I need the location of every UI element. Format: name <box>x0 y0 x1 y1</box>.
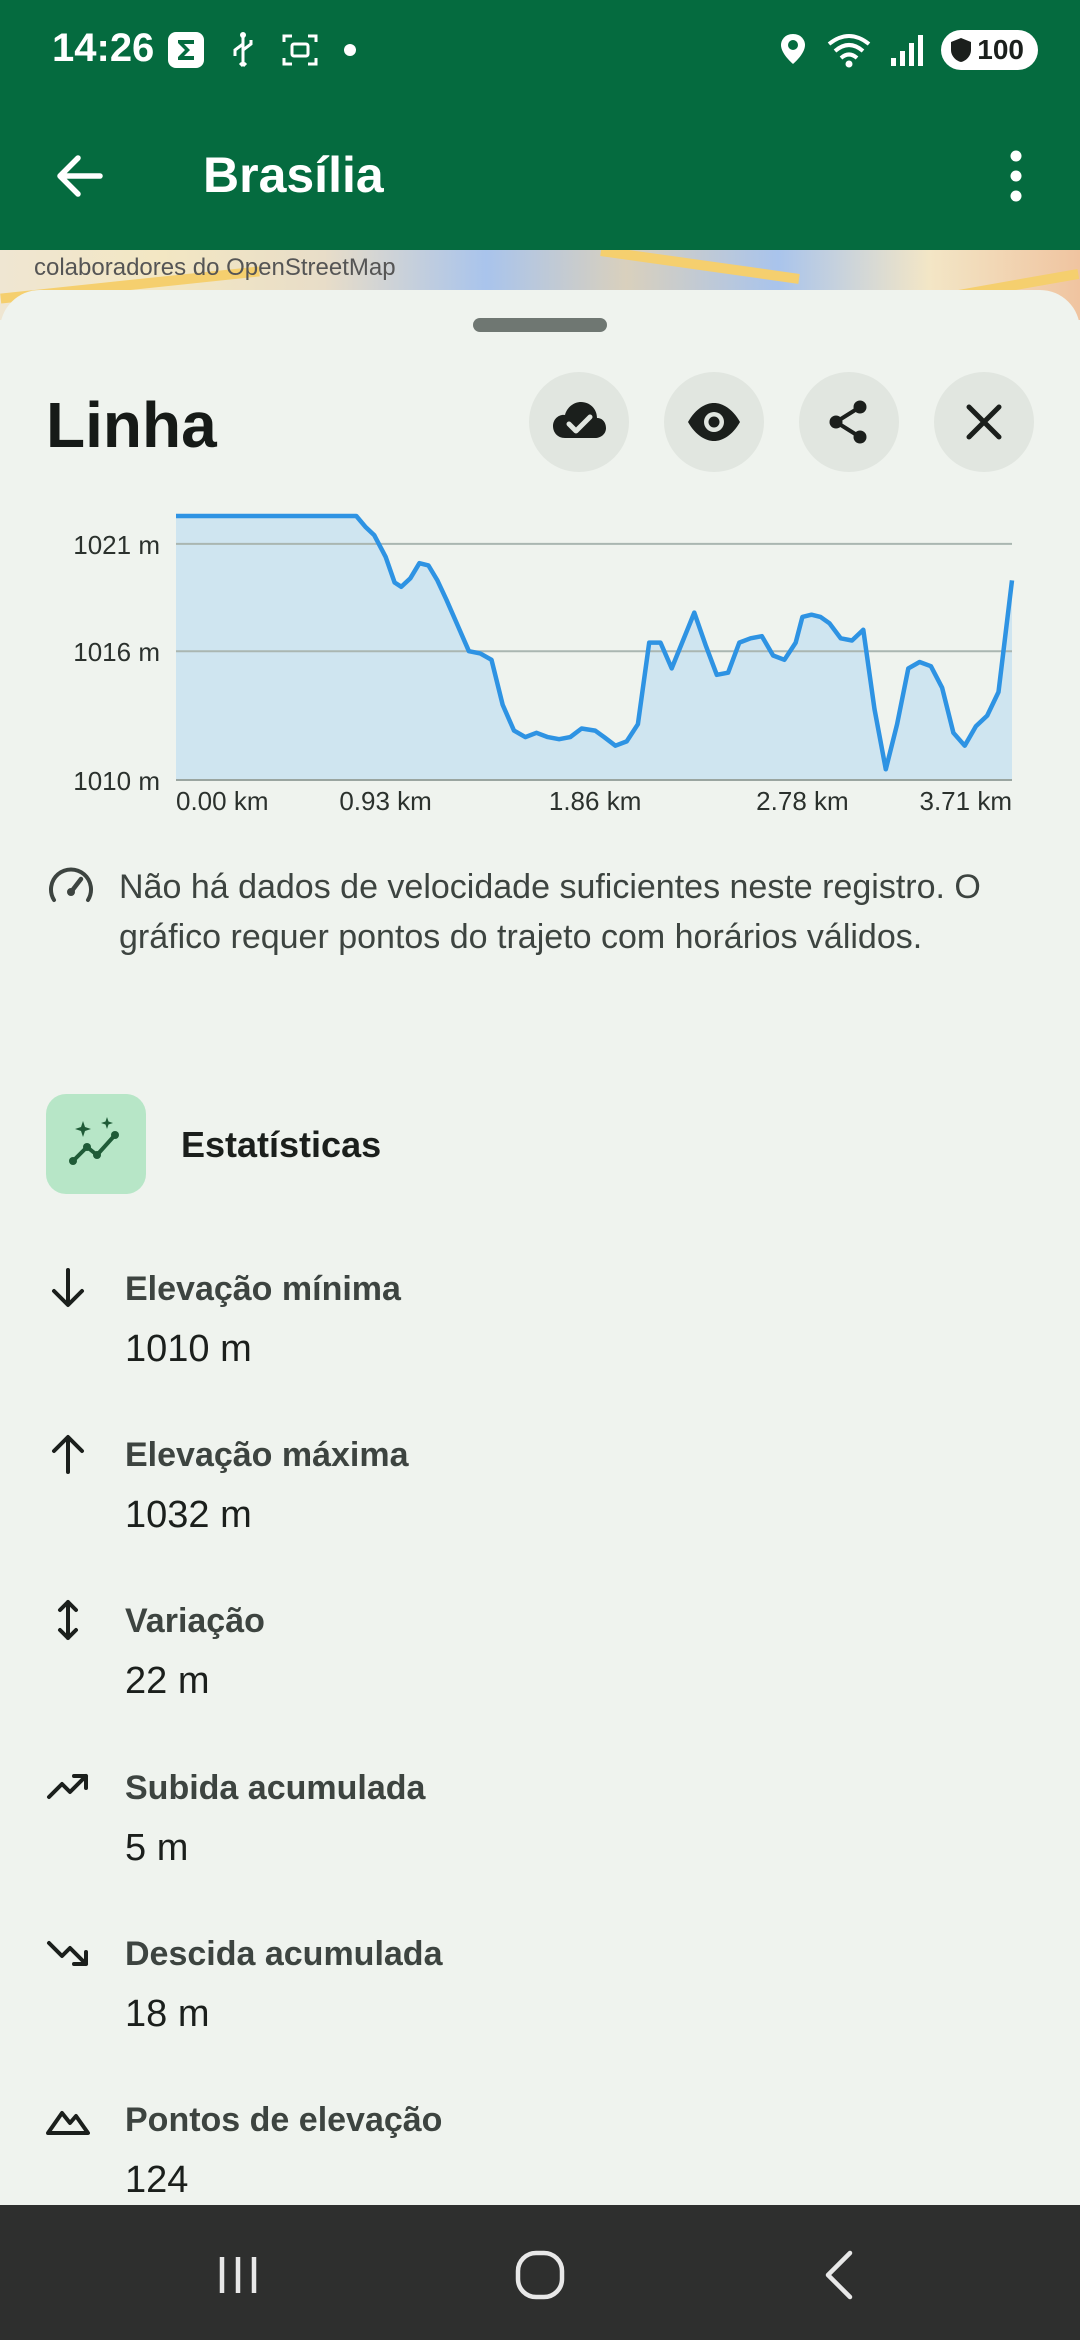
statistics-header: Estatísticas <box>46 1094 646 1194</box>
arrow-left-icon <box>57 155 103 197</box>
stat-value: 18 m <box>125 1993 210 2035</box>
x-tick-label: 0.00 km <box>176 786 269 816</box>
map-road <box>600 250 800 284</box>
stat-item-descent: Descida acumulada 18 m <box>46 1931 946 2081</box>
battery-level: 100 <box>977 34 1024 65</box>
stat-value: 1032 m <box>125 1494 252 1536</box>
x-tick-label: 0.93 km <box>339 786 432 816</box>
back-button[interactable] <box>48 144 112 208</box>
back-nav-icon <box>825 2250 853 2300</box>
y-tick-label: 1016 m <box>73 637 160 667</box>
status-icons-right: 100 <box>777 30 1038 70</box>
close-button[interactable] <box>934 372 1034 472</box>
y-tick-label: 1010 m <box>73 766 160 796</box>
battery-shield-icon <box>951 38 972 62</box>
wifi-icon <box>828 34 871 68</box>
elevation-chart[interactable]: 1021 m 1016 m 1010 m 0.00 km 0.93 km 1.86 km 2… <box>0 488 1080 828</box>
location-icon <box>781 34 806 64</box>
home-button[interactable] <box>500 2235 580 2315</box>
x-tick-label: 3.71 km <box>920 786 1013 816</box>
cloud-sync-button[interactable] <box>529 372 629 472</box>
x-tick-label: 2.78 km <box>756 786 849 816</box>
more-vert-icon <box>1010 150 1022 202</box>
battery-indicator: 100 <box>941 30 1038 70</box>
stat-label: Descida acumulada <box>125 1935 443 1973</box>
app-bar: Brasília <box>0 104 1080 250</box>
home-icon <box>515 2250 565 2300</box>
stat-value: 1010 m <box>125 1328 252 1370</box>
screenshot-icon <box>282 34 318 66</box>
more-options-button[interactable] <box>988 144 1044 208</box>
status-bar: 14:26 100 <box>0 0 1080 104</box>
mountain-icon <box>46 2111 90 2135</box>
trending-up-icon <box>47 1774 88 1799</box>
stat-item-ascent: Subida acumulada 5 m <box>46 1765 946 1915</box>
stat-label: Subida acumulada <box>125 1769 426 1807</box>
stat-label: Elevação mínima <box>125 1270 401 1308</box>
system-nav-bar <box>0 2205 1080 2340</box>
status-time: 14:26 <box>52 26 155 70</box>
stat-label: Pontos de elevação <box>125 2101 443 2139</box>
map-attribution[interactable]: colaboradores do OpenStreetMap <box>34 254 396 282</box>
dot-icon <box>344 44 356 56</box>
stat-item-min-elevation: Elevação mínima 1010 m <box>46 1266 946 1416</box>
close-icon <box>966 404 1002 440</box>
statistics-icon-box <box>46 1094 146 1194</box>
elevation-chart-svg[interactable]: 1021 m 1016 m 1010 m 0.00 km 0.93 km 1.86 km 2… <box>0 488 1080 828</box>
stat-item-max-elevation: Elevação máxima 1032 m <box>46 1432 946 1582</box>
stat-label: Elevação máxima <box>125 1436 409 1474</box>
stat-label: Variação <box>125 1602 265 1640</box>
statistics-title: Estatísticas <box>181 1124 382 1165</box>
recent-apps-button[interactable] <box>198 2235 278 2315</box>
stat-item-variation: Variação 22 m <box>46 1598 946 1748</box>
recent-apps-icon <box>219 2257 257 2293</box>
stat-value: 22 m <box>125 1660 210 1702</box>
track-title: Linha <box>46 389 217 461</box>
usb-icon <box>233 32 253 68</box>
drag-handle[interactable] <box>473 318 607 332</box>
arrow-up-icon <box>52 1435 84 1474</box>
speedometer-icon <box>49 867 93 902</box>
visibility-button[interactable] <box>664 372 764 472</box>
share-icon <box>829 400 867 444</box>
vertical-arrows-icon <box>58 1600 78 1640</box>
x-tick-label: 1.86 km <box>549 786 642 816</box>
eye-icon <box>688 403 740 441</box>
cloud-check-icon <box>553 402 606 438</box>
stat-value: 5 m <box>125 1827 189 1869</box>
chart-sparkle-icon <box>69 1117 119 1165</box>
back-nav-button[interactable] <box>802 2235 882 2315</box>
sigma-app-icon <box>168 32 204 68</box>
elevation-area <box>176 516 1012 780</box>
bottom-sheet: Linha 1021 m 1016 m 1010 m 0.00 km 0.93 km 1.… <box>0 290 1080 2205</box>
trending-down-icon <box>47 1941 88 1966</box>
app-title: Brasília <box>203 147 384 203</box>
signal-icon <box>891 35 924 66</box>
status-icons-left <box>166 30 358 70</box>
stat-item-elevation-points: Pontos de elevação 124 <box>46 2097 946 2205</box>
share-button[interactable] <box>799 372 899 472</box>
y-tick-label: 1021 m <box>73 530 160 560</box>
speed-notice-text: Não há dados de velocidade suficientes n… <box>119 868 981 956</box>
arrow-down-icon <box>52 1268 84 1307</box>
stat-value: 124 <box>125 2159 189 2201</box>
